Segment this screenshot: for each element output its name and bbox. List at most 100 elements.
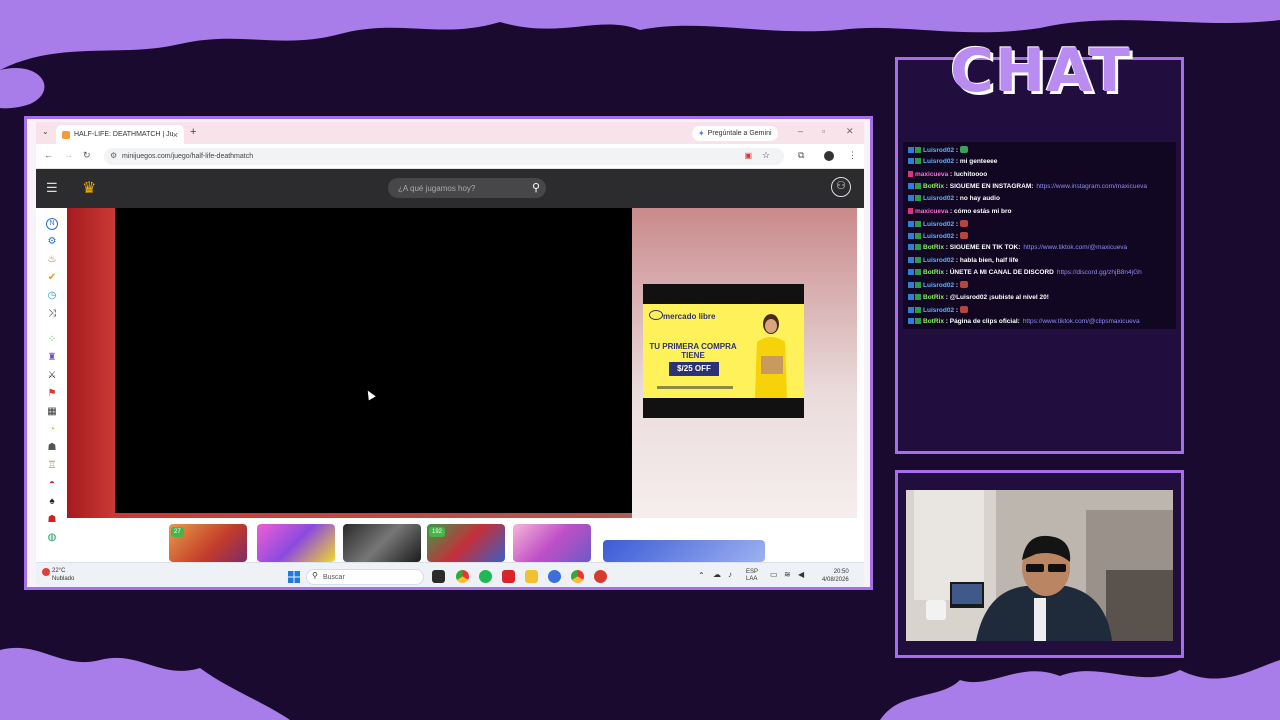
volume-icon[interactable]: ◀: [798, 571, 804, 579]
racing-flag-icon[interactable]: ▦: [46, 406, 58, 418]
pokeball-icon[interactable]: ◓: [46, 478, 58, 490]
chat-username[interactable]: BotRix: [923, 294, 944, 301]
reload-icon[interactable]: ↻: [83, 150, 91, 161]
game-thumbnail[interactable]: 27: [169, 524, 247, 562]
tab-title: HALF-LIFE: DEATHMATCH | Juego: [74, 131, 173, 138]
tray-cloud-icon[interactable]: ☁: [713, 571, 721, 579]
subscriber-badge-icon: [908, 195, 914, 202]
crown-logo-icon[interactable]: ♛: [82, 178, 96, 198]
chat-username[interactable]: Luisrod02: [923, 158, 954, 165]
random-shuffle-icon[interactable]: ⤨: [46, 308, 58, 320]
hamburger-menu-icon[interactable]: ☰: [46, 180, 58, 196]
cast-icon[interactable]: ▣: [744, 151, 752, 160]
chat-username[interactable]: maxicueva: [915, 171, 948, 178]
taskbar-clock[interactable]: 20:50 4/08/2026: [822, 568, 849, 584]
chat-username[interactable]: BotRix: [923, 183, 944, 190]
chat-username[interactable]: Luisrod02: [923, 147, 954, 154]
search-placeholder: ¿A qué jugamos hoy?: [398, 183, 476, 193]
chat-message: Luisrod02 : habla bien, half life: [908, 256, 1018, 264]
people-icon[interactable]: ☗: [46, 442, 58, 454]
weather-temp: 22°C: [52, 568, 66, 574]
task-view-icon[interactable]: [432, 570, 445, 583]
chat-link[interactable]: https://discord.gg/zhjB8n4jGh: [1057, 269, 1142, 276]
globe-icon[interactable]: ◍: [46, 532, 58, 544]
ad-banner: mercado libre TU PRIMERA COMPRA TIENE $/…: [643, 304, 804, 398]
chat-link[interactable]: https://www.instagram.com/maxicueva: [1036, 183, 1147, 190]
chat-username[interactable]: Luisrod02: [923, 257, 954, 264]
site-info-icon[interactable]: ⚙: [110, 151, 117, 160]
extensions-icon[interactable]: ⧉: [798, 150, 804, 161]
tab-list-icon[interactable]: ⌄: [42, 127, 49, 136]
game-thumbnail[interactable]: 192: [427, 524, 505, 562]
gemini-icon: ✦: [698, 129, 705, 138]
chrome-2-icon[interactable]: [571, 570, 584, 583]
chat-message: maxicueva : luchitoooo: [908, 170, 987, 178]
chat-messages: Luisrod02 : Luisrod02 : mi genteeee maxic…: [903, 142, 1176, 329]
chat-username[interactable]: Luisrod02: [923, 282, 954, 289]
close-window-icon[interactable]: ✕: [846, 126, 854, 137]
wifi-icon[interactable]: ≋: [784, 571, 791, 579]
ad-brand: mercado libre: [663, 312, 716, 321]
app-red-icon[interactable]: [594, 570, 607, 583]
weather-widget[interactable]: 22°C Nublado: [52, 567, 74, 583]
search-icon[interactable]: ⚲: [532, 181, 540, 194]
grid-icon[interactable]: ⁘: [46, 334, 58, 346]
mushroom-icon[interactable]: ☗: [46, 514, 58, 526]
spade-icon[interactable]: ♠: [46, 496, 58, 508]
trophy-icon[interactable]: ♖: [46, 460, 58, 472]
tray-mic-icon[interactable]: ♪: [728, 571, 732, 579]
chat-username[interactable]: Luisrod02: [923, 307, 954, 314]
profile-icon[interactable]: [824, 151, 834, 161]
new-games-icon[interactable]: N: [46, 218, 58, 230]
spotify-icon[interactable]: [479, 570, 492, 583]
taskbar-search[interactable]: ⚲ Buscar: [306, 569, 424, 585]
chat-username[interactable]: maxicueva: [915, 208, 948, 215]
moderator-badge-icon: [915, 182, 921, 189]
tray-chevron-icon[interactable]: ⌃: [698, 572, 705, 580]
chat-link[interactable]: https://www.tiktok.com/@clipsmaxicueva: [1023, 318, 1140, 325]
fire-icon[interactable]: ♨: [46, 254, 58, 266]
robot-icon[interactable]: ♜: [46, 352, 58, 364]
file-explorer-icon[interactable]: [525, 570, 538, 583]
chrome-icon[interactable]: [456, 570, 469, 583]
forward-icon[interactable]: →: [64, 150, 73, 160]
back-icon[interactable]: ←: [44, 150, 53, 160]
app-blue-icon[interactable]: [548, 570, 561, 583]
site-search-input[interactable]: ¿A qué jugamos hoy? ⚲: [388, 178, 546, 198]
browser-tab[interactable]: HALF-LIFE: DEATHMATCH | Juego ×: [56, 125, 184, 144]
moderator-badge-icon: [915, 269, 921, 275]
game-thumbnail[interactable]: [513, 524, 591, 562]
chat-link[interactable]: https://www.tiktok.com/@maxicueva: [1023, 244, 1127, 251]
chat-username[interactable]: Luisrod02: [923, 233, 954, 240]
windows-start-icon[interactable]: [288, 571, 300, 583]
chat-username[interactable]: BotRix: [923, 269, 944, 276]
new-tab-icon[interactable]: +: [190, 126, 196, 138]
game-thumbnail[interactable]: [257, 524, 335, 562]
swords-icon[interactable]: ⚔: [46, 370, 58, 382]
settings-gear-icon[interactable]: ⚙: [46, 236, 58, 248]
game-banner-thumbnail[interactable]: [603, 540, 765, 562]
language-indicator[interactable]: ESP LAA: [746, 569, 758, 583]
gemini-button[interactable]: ✦ Pregúntale a Gemini: [692, 126, 778, 141]
minimize-icon[interactable]: –: [798, 126, 803, 136]
app-w-icon[interactable]: [502, 570, 515, 583]
chat-username[interactable]: BotRix: [923, 244, 944, 251]
chat-message: Luisrod02 :: [908, 146, 968, 154]
pacman-icon[interactable]: ◔: [46, 424, 58, 436]
check-icon[interactable]: ✔: [46, 272, 58, 284]
url-field[interactable]: ⚙ minijuegos.com/juego/half-life-deathma…: [104, 148, 784, 165]
bookmark-star-icon[interactable]: ☆: [762, 150, 770, 161]
clock-icon[interactable]: ◷: [46, 290, 58, 302]
flag-icon[interactable]: ⚑: [46, 388, 58, 400]
chat-username[interactable]: Luisrod02: [923, 221, 954, 228]
close-tab-icon[interactable]: ×: [173, 130, 178, 140]
maximize-icon[interactable]: ▫: [822, 126, 825, 136]
game-thumbnail[interactable]: [343, 524, 421, 562]
chat-username[interactable]: Luisrod02: [923, 195, 954, 202]
chat-username[interactable]: BotRix: [923, 318, 944, 325]
menu-dots-icon[interactable]: ⋮: [848, 150, 857, 161]
game-canvas[interactable]: [115, 208, 632, 513]
user-account-icon[interactable]: ⚇: [831, 177, 851, 197]
tray-display-icon[interactable]: ▭: [770, 571, 778, 579]
mercadolibre-ad[interactable]: mercado libre TU PRIMERA COMPRA TIENE $/…: [643, 284, 804, 418]
